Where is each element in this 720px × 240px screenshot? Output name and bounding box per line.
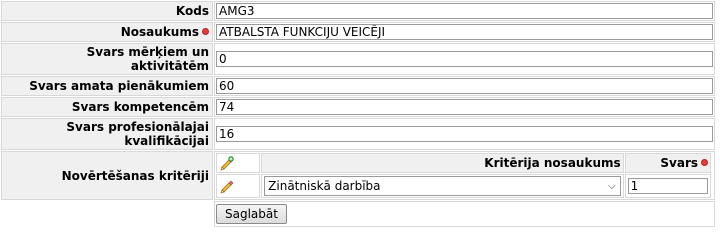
row-actions: Saglabāt — [1, 201, 715, 227]
label-svars-merkiem: Svars mērķiem un aktivitātēm — [1, 43, 213, 75]
value-svars-merkiem-cell — [214, 43, 715, 75]
criterion-weight-field[interactable] — [627, 178, 708, 194]
svars-kvalifikacijai-field[interactable] — [216, 126, 713, 142]
label-nosaukums-text: Nosaukums — [120, 25, 199, 39]
label-svars-kompetencem: Svars kompetencēm — [1, 97, 213, 117]
svars-merkiem-field[interactable] — [216, 51, 713, 67]
label-svars-kvalifikacijai: Svars profesionālajai kvalifikācijai — [1, 118, 213, 150]
row-kods: Kods — [1, 1, 715, 21]
label-kriteriji: Novērtēšanas kritēriji — [1, 151, 213, 200]
criteria-weight-header: Svars — [624, 153, 711, 173]
criteria-header-row: Kritērija nosaukums Svars — [216, 153, 711, 173]
chevron-down-icon: ⌵ — [608, 181, 616, 192]
value-svars-kvalifikacijai-cell — [214, 118, 715, 150]
form-container: Kods Nosaukums Svars mērķiem un aktivitā… — [0, 0, 718, 227]
add-criterion-pencil-icon[interactable] — [219, 155, 235, 171]
required-dot-icon — [701, 159, 708, 166]
criteria-name-header-text: Kritērija nosaukums — [484, 156, 621, 170]
label-svars-kvalifikacijai-text: Svars profesionālajai kvalifikācijai — [66, 120, 209, 148]
label-kods-text: Kods — [175, 4, 209, 18]
value-nosaukums-cell — [214, 22, 715, 42]
row-svars-kvalifikacijai: Svars profesionālajai kvalifikācijai — [1, 118, 715, 150]
criteria-table: Kritērija nosaukums Svars Zinātniskā dar… — [215, 152, 712, 199]
label-kriteriji-text: Novērtēšanas kritēriji — [61, 168, 209, 183]
value-svars-kompetencem-cell — [214, 97, 715, 117]
actions-cell: Saglabāt — [214, 201, 715, 227]
value-kods-cell — [214, 1, 715, 21]
row-kriteriji: Novērtēšanas kritēriji Kritērija nosauku… — [1, 151, 715, 200]
edit-pencil-icon[interactable] — [219, 178, 235, 194]
criteria-row: Zinātniskā darbība ⌵ — [216, 174, 711, 198]
actions-spacer — [1, 201, 213, 227]
row-svars-merkiem: Svars mērķiem un aktivitātēm — [1, 43, 715, 75]
required-dot-icon — [202, 28, 209, 35]
criterion-select[interactable]: Zinātniskā darbība ⌵ — [264, 176, 621, 196]
value-kriteriji-cell: Kritērija nosaukums Svars Zinātniskā dar… — [214, 151, 715, 200]
row-nosaukums: Nosaukums — [1, 22, 715, 42]
criteria-select-cell: Zinātniskā darbība ⌵ — [261, 174, 624, 198]
label-svars-kompetencem-text: Svars kompetencēm — [71, 100, 209, 114]
value-svars-amata-cell — [214, 76, 715, 96]
label-nosaukums: Nosaukums — [1, 22, 213, 42]
criteria-weight-header-text: Svars — [660, 156, 698, 170]
criteria-name-header: Kritērija nosaukums — [261, 153, 624, 173]
label-kods: Kods — [1, 1, 213, 21]
label-svars-amata: Svars amata pienākumiem — [1, 76, 213, 96]
row-svars-kompetencem: Svars kompetencēm — [1, 97, 715, 117]
svars-amata-field[interactable] — [216, 78, 713, 94]
criteria-add-cell — [216, 153, 261, 173]
nosaukums-field[interactable] — [216, 24, 713, 40]
form-table: Kods Nosaukums Svars mērķiem un aktivitā… — [0, 0, 716, 228]
save-button[interactable]: Saglabāt — [216, 204, 287, 224]
criterion-select-value: Zinātniskā darbība — [268, 179, 381, 193]
row-svars-amata: Svars amata pienākumiem — [1, 76, 715, 96]
label-svars-amata-text: Svars amata pienākumiem — [29, 79, 209, 93]
svars-kompetencem-field[interactable] — [216, 99, 713, 115]
criteria-row-edit-cell — [216, 174, 261, 198]
kods-field[interactable] — [216, 3, 713, 19]
label-svars-merkiem-text: Svars mērķiem un aktivitātēm — [86, 45, 209, 73]
criteria-weight-cell — [624, 174, 711, 198]
